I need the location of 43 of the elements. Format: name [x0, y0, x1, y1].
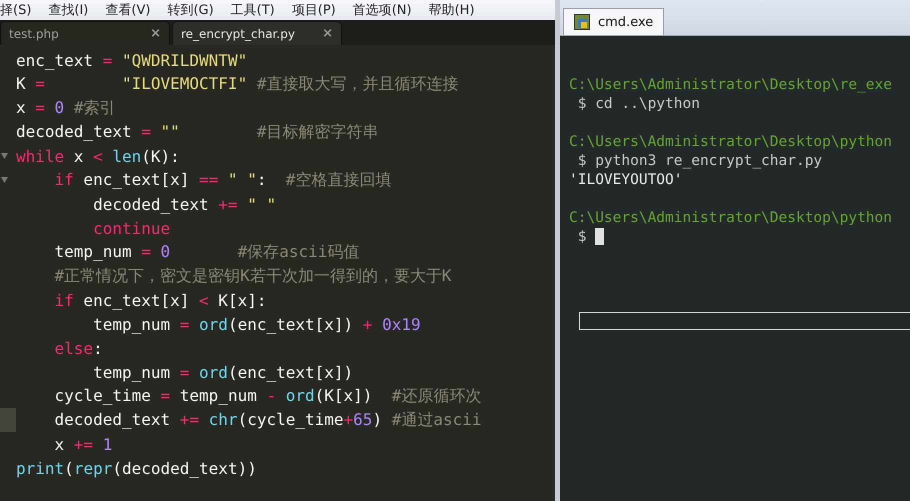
fold-arrow-icon[interactable]	[1, 153, 8, 159]
code-line: if enc_text[x] == " ": #空格直接回填	[54, 170, 392, 190]
code-line: if enc_text[x] < K[x]:	[54, 290, 266, 310]
code-line: continue	[92, 218, 170, 238]
command-line: $ python3 re_encrypt_char.py	[576, 152, 822, 168]
menu-item[interactable]: 择(S)	[0, 1, 32, 19]
menu-item[interactable]: 工具(T)	[230, 1, 275, 19]
output-line: 'ILOVEYOUTOO'	[569, 172, 682, 188]
prompt-path: C:\Users\Administrator\Desktop\python	[569, 134, 892, 150]
code-line: enc_text = "QWDRILDWNTW"	[16, 50, 248, 70]
code-line: temp_num = ord(enc_text[x]) + 0x19	[92, 314, 421, 334]
code-line: while x < len(K):	[16, 146, 180, 166]
prompt-path: C:\Users\Administrator\Desktop\python	[569, 210, 892, 226]
code-line: decoded_text += chr(cycle_time+65) #通过ascii	[54, 410, 482, 430]
code-line: #正常情况下，密文是密钥K若干次加一得到的，要大于K	[54, 266, 452, 286]
code-line: x += 1	[54, 434, 112, 454]
code-line: else:	[54, 338, 103, 358]
menu-item[interactable]: 首选项(N)	[352, 1, 412, 19]
code-line: K = "ILOVEMOCTFI" #直接取大写，并且循环连接	[16, 74, 458, 94]
menu-item[interactable]: 查找(I)	[48, 1, 88, 19]
fold-arrow-icon[interactable]	[1, 177, 8, 183]
code-line: x = 0 #索引	[16, 98, 116, 118]
menu-item[interactable]: 转到(G)	[167, 1, 214, 19]
menu-item[interactable]: 项目(P)	[292, 1, 336, 19]
input-field[interactable]	[579, 312, 910, 330]
close-icon[interactable]: ×	[150, 26, 161, 41]
menu-item[interactable]: 查看(V)	[105, 1, 150, 19]
code-line: temp_num = ord(enc_text[x])	[92, 362, 354, 382]
file-tab[interactable]: re_encrypt_char.py ×	[172, 21, 342, 45]
terminal-tab[interactable]: cmd.exe	[563, 8, 664, 35]
close-icon[interactable]: ×	[322, 26, 333, 41]
text-cursor	[595, 228, 604, 245]
code-line: print(repr(decoded_text))	[16, 458, 257, 478]
file-tab[interactable]: test.php ×	[0, 21, 170, 45]
code-line: decoded_text = "" #目标解密字符串	[16, 122, 378, 142]
code-line: cycle_time = temp_num - ord(K[x]) #还原循环次	[54, 386, 482, 406]
command-line: $	[576, 228, 586, 244]
code-line: temp_num = 0 #保存ascii码值	[54, 242, 360, 262]
command-line: $ cd ..\python	[576, 96, 700, 112]
code-line: decoded_text += " "	[92, 194, 276, 214]
menu-item[interactable]: 帮助(H)	[428, 1, 475, 19]
terminal-app-icon	[574, 14, 590, 30]
prompt-path: C:\Users\Administrator\Desktop\re_exe	[569, 76, 892, 92]
